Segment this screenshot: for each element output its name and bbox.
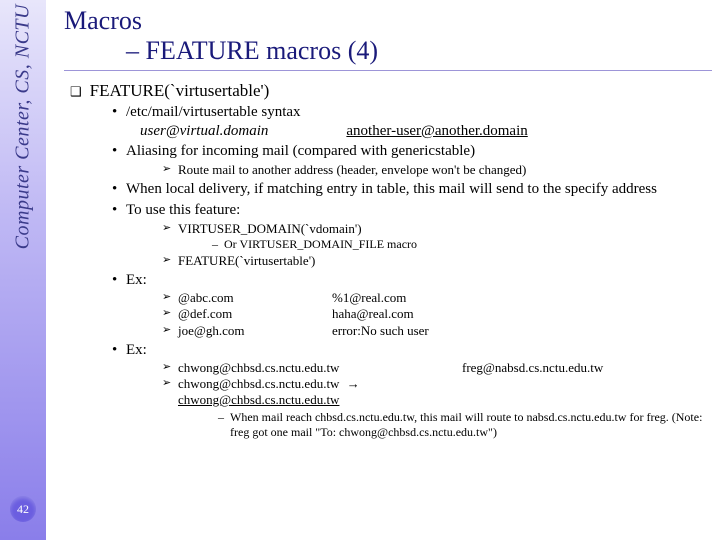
l1-aliasing: Aliasing for incoming mail (compared wit…	[112, 142, 712, 178]
ex2-r1-link: chwong@chbsd.cs.nctu.edu.tw	[178, 392, 339, 407]
page-number-badge: 42	[10, 496, 36, 522]
usefeature-sub1-sub: Or VIRTUSER_DOMAIN_FILE macro	[212, 237, 712, 252]
usefeature-sub2: FEATURE(`virtusertable')	[162, 253, 712, 269]
ex2-label: Ex:	[126, 342, 147, 358]
ex2-r0-c1: chwong@chbsd.cs.nctu.edu.tw	[162, 360, 462, 376]
title-line-1: Macros	[64, 6, 712, 36]
ex1-row-0: @abc.com %1@real.com	[162, 290, 712, 306]
syntax-col2: another-user@another.domain	[346, 122, 527, 141]
aliasing-sublist: Route mail to another address (header, e…	[162, 162, 712, 178]
l1-usefeature: To use this feature: VIRTUSER_DOMAIN(`vd…	[112, 201, 712, 269]
syntax-col1: user@virtual.domain	[140, 122, 268, 141]
side-rail: Computer Center, CS, NCTU	[0, 0, 46, 540]
ex1-table: @abc.com %1@real.com @def.com haha@real.…	[162, 290, 712, 339]
square-bullet-icon	[70, 81, 90, 100]
usefeature-sublist: VIRTUSER_DOMAIN(`vdomain') Or VIRTUSER_D…	[162, 221, 712, 270]
slide-root: Computer Center, CS, NCTU 42 Macros – FE…	[0, 0, 720, 540]
ex1-r1-c2: haha@real.com	[332, 306, 414, 322]
usefeature-sub1-text: VIRTUSER_DOMAIN(`vdomain')	[178, 221, 362, 236]
arrow-icon: →	[347, 376, 360, 391]
ex1-r0-c2: %1@real.com	[332, 290, 406, 306]
usefeature-text: To use this feature:	[126, 202, 240, 218]
usefeature-sub1: VIRTUSER_DOMAIN(`vdomain') Or VIRTUSER_D…	[162, 221, 712, 252]
aliasing-text: Aliasing for incoming mail (compared wit…	[126, 143, 475, 159]
l1-syntax: /etc/mail/virtusertable syntax user@virt…	[112, 103, 712, 141]
syntax-label: /etc/mail/virtusertable syntax	[126, 104, 301, 120]
title-line-2: – FEATURE macros (4)	[64, 36, 712, 66]
title-underline	[64, 70, 712, 71]
ex1-row-2: joe@gh.com error:No such user	[162, 323, 712, 339]
ex2-r1-left: chwong@chbsd.cs.nctu.edu.tw	[178, 376, 339, 391]
slide-title: Macros – FEATURE macros (4)	[64, 6, 712, 66]
syntax-row: user@virtual.domain another-user@another…	[140, 122, 712, 141]
ex2-row-0: chwong@chbsd.cs.nctu.edu.tw freg@nabsd.c…	[162, 360, 712, 376]
ex1-label: Ex:	[126, 272, 147, 288]
aliasing-sub1: Route mail to another address (header, e…	[162, 162, 712, 178]
ex2-block: chwong@chbsd.cs.nctu.edu.tw freg@nabsd.c…	[162, 360, 712, 409]
ex1-row-1: @def.com haha@real.com	[162, 306, 712, 322]
usefeature-sub1-sub1: Or VIRTUSER_DOMAIN_FILE macro	[212, 237, 712, 252]
section-heading-text: FEATURE(`virtusertable')	[90, 81, 270, 100]
ex1-r1-c1: @def.com	[162, 306, 332, 322]
level1-list: /etc/mail/virtusertable syntax user@virt…	[112, 103, 712, 439]
l1-localdelivery: When local delivery, if matching entry i…	[112, 180, 712, 199]
l1-ex2: Ex: chwong@chbsd.cs.nctu.edu.tw freg@nab…	[112, 341, 712, 439]
section-heading: FEATURE(`virtusertable')	[70, 81, 712, 101]
content-area: Macros – FEATURE macros (4) FEATURE(`vir…	[64, 6, 712, 534]
l1-ex1: Ex: @abc.com %1@real.com @def.com haha@r…	[112, 271, 712, 339]
ex1-r0-c1: @abc.com	[162, 290, 332, 306]
ex2-r0-c2: freg@nabsd.cs.nctu.edu.tw	[462, 360, 603, 376]
rail-label: Computer Center, CS, NCTU	[12, 4, 35, 249]
ex2-note: When mail reach chbsd.cs.nctu.edu.tw, th…	[218, 410, 712, 439]
ex2-row-1: chwong@chbsd.cs.nctu.edu.tw → chwong@chb…	[162, 376, 712, 409]
ex2-r1-c1: chwong@chbsd.cs.nctu.edu.tw → chwong@chb…	[162, 376, 462, 409]
ex1-r2-c1: joe@gh.com	[162, 323, 332, 339]
ex1-r2-c2: error:No such user	[332, 323, 429, 339]
